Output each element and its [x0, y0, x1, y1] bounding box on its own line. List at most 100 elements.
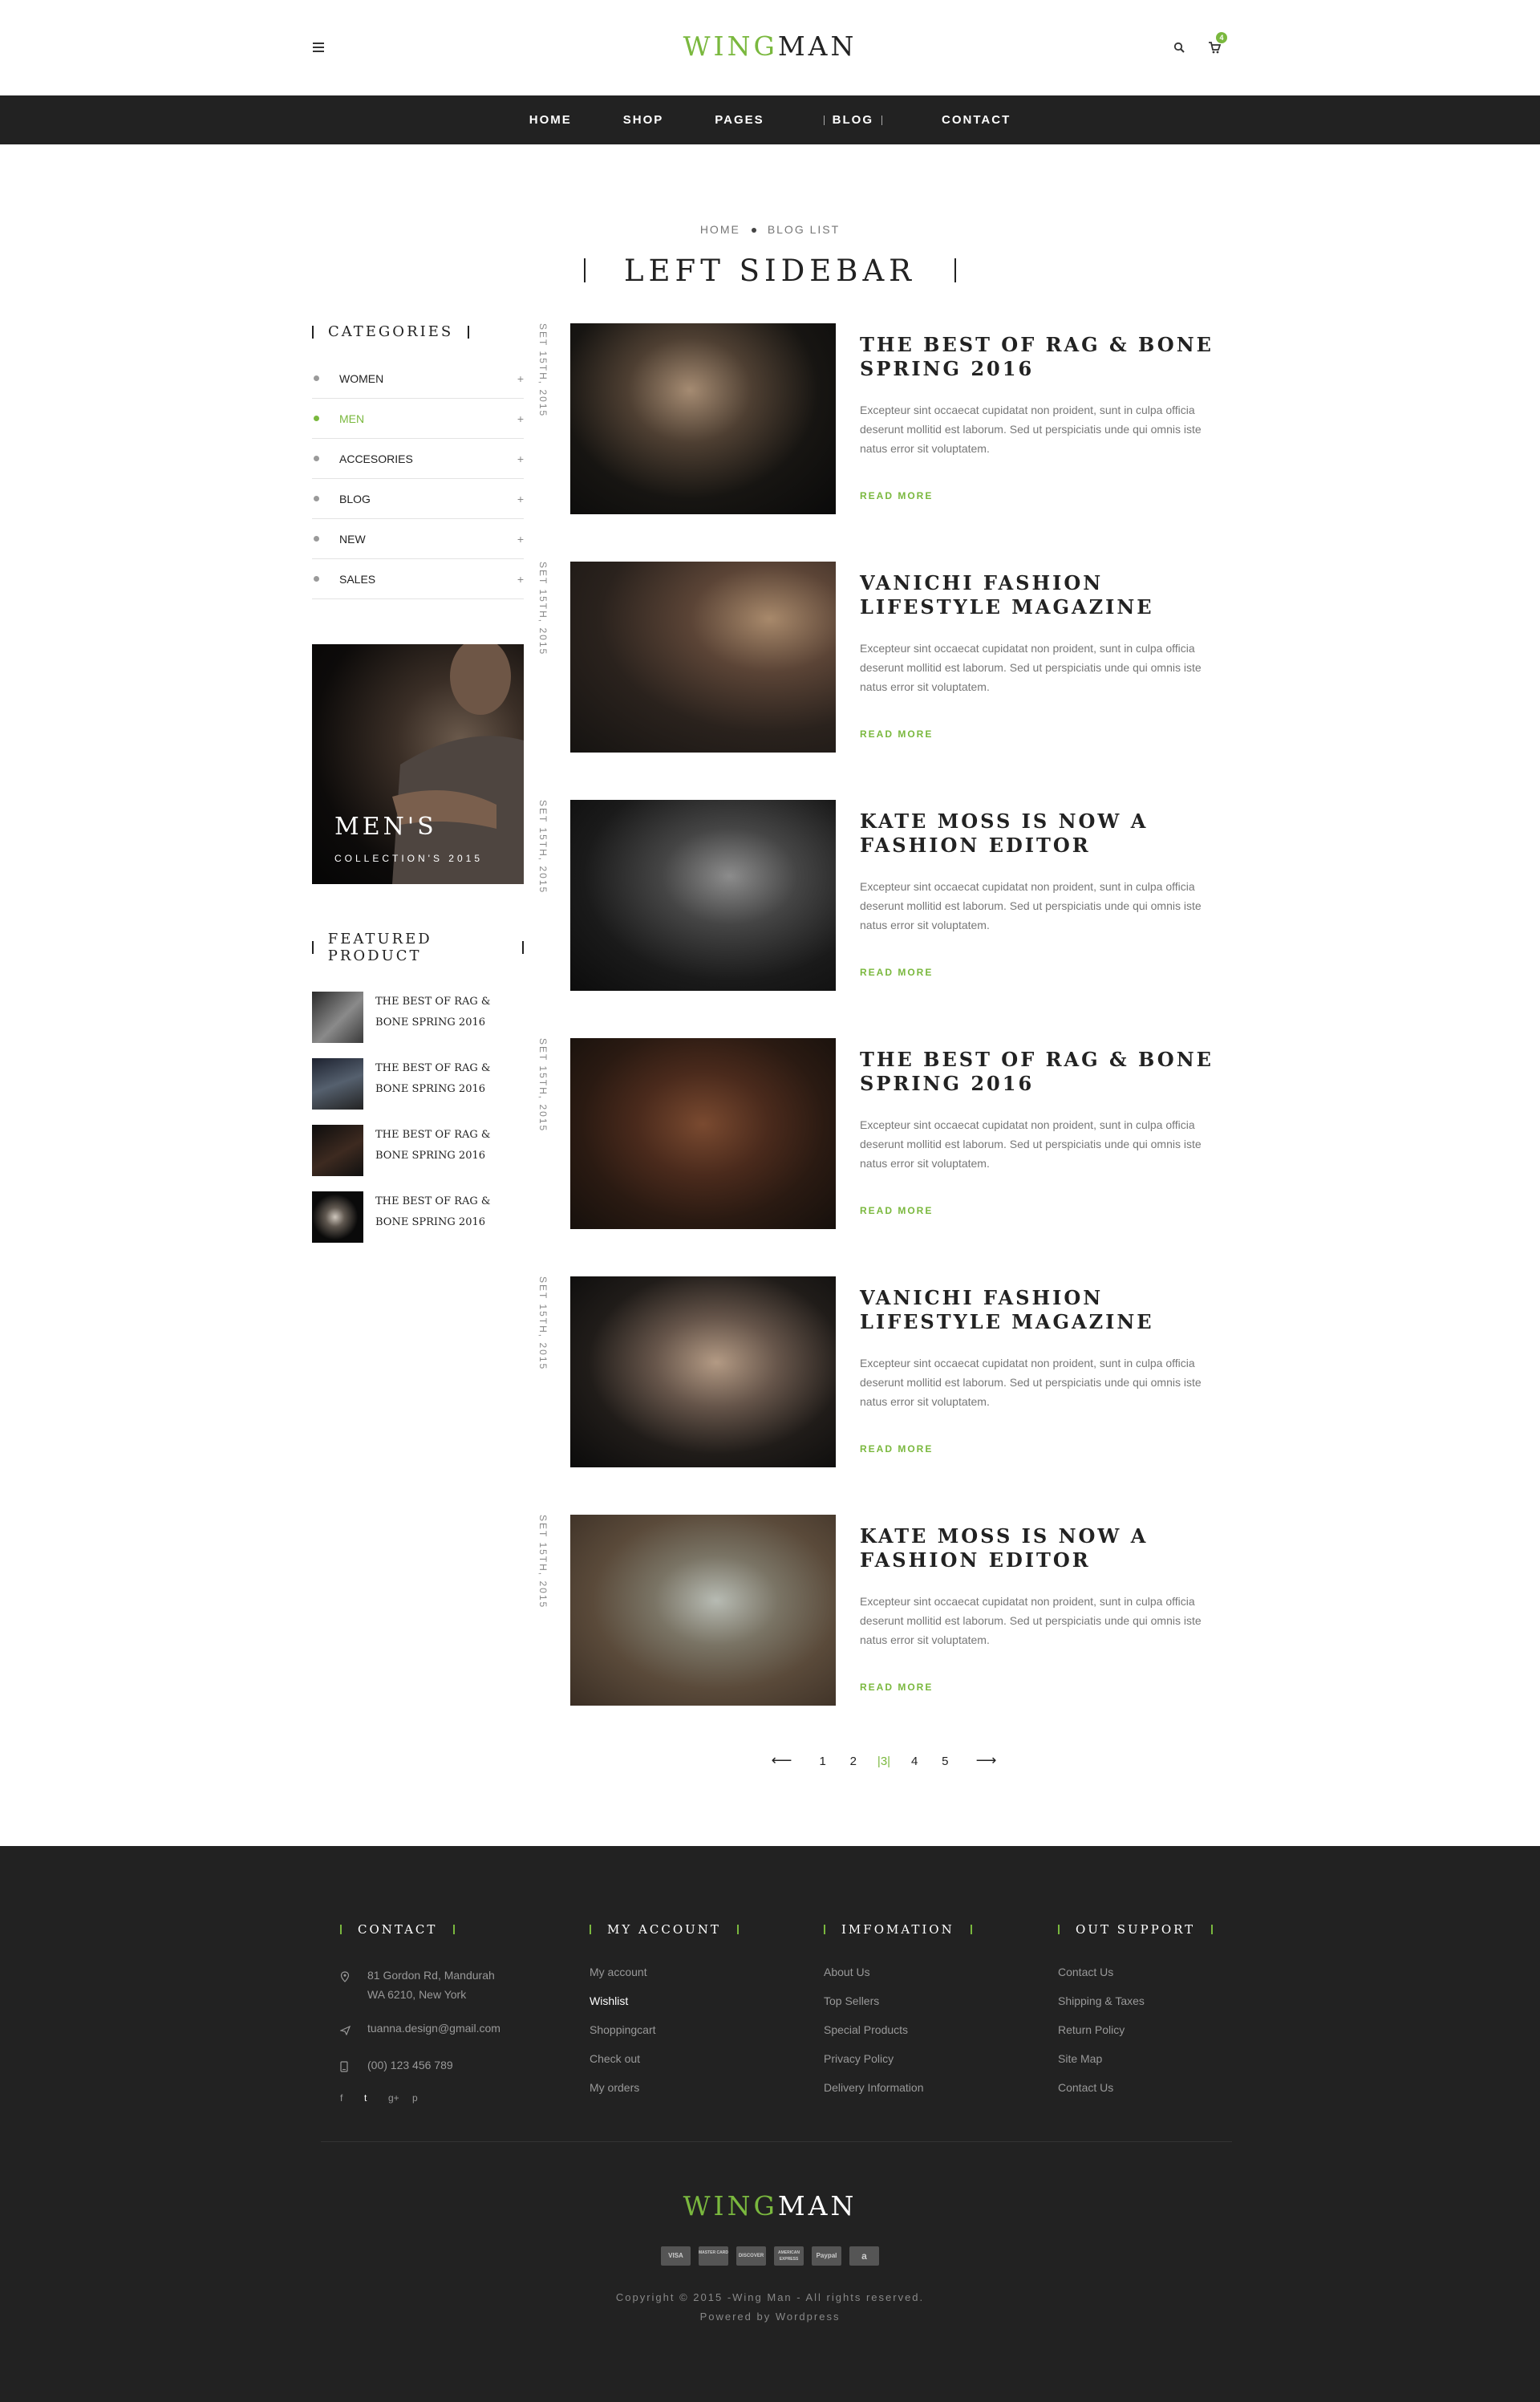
footer-link-wishlist[interactable]: Wishlist: [590, 1994, 814, 2023]
category-sales[interactable]: SALES +: [312, 559, 524, 599]
site-logo[interactable]: WINGMAN: [0, 30, 1540, 62]
category-blog[interactable]: BLOG +: [312, 479, 524, 519]
nav-home[interactable]: HOME: [504, 113, 598, 127]
footer-link-top-sellers[interactable]: Top Sellers: [824, 1994, 1048, 2023]
post-image[interactable]: [570, 1038, 836, 1229]
post-date-text: SET 15TH, 2015: [537, 1038, 549, 1133]
page-link[interactable]: 1: [809, 1755, 837, 1768]
blog-post: SET 15TH, 2015 VANICHI FASHION LIFESTYLE…: [537, 1276, 1227, 1515]
footer-link-delivery-information[interactable]: Delivery Information: [824, 2081, 1048, 2110]
read-more-link[interactable]: READ MORE: [860, 728, 933, 740]
footer-link-check-out[interactable]: Check out: [590, 2052, 814, 2081]
category-accesories[interactable]: ACCESORIES +: [312, 439, 524, 479]
page-link-current[interactable]: |3|: [870, 1755, 898, 1768]
contact-email[interactable]: tuanna.design@gmail.com: [367, 2019, 500, 2041]
post-title[interactable]: THE BEST OF RAG & BONE SPRING 2016: [860, 1048, 1237, 1096]
product-thumbnail[interactable]: [312, 1191, 363, 1243]
info-links: About Us Top Sellers Special Products Pr…: [824, 1966, 1048, 2110]
payment-methods: VISA MASTER CARD DISCOVER AMERICAN EXPRE…: [0, 2246, 1540, 2266]
footer-information: IMFOMATION About Us Top Sellers Special …: [824, 1922, 1048, 2110]
search-icon[interactable]: [1173, 42, 1185, 53]
nav-pages[interactable]: PAGES: [689, 113, 789, 127]
featured-product[interactable]: THE BEST OF RAG & BONE SPRING 2016: [312, 1058, 524, 1110]
footer-link-return-policy[interactable]: Return Policy: [1058, 2023, 1283, 2052]
category-women[interactable]: WOMEN +: [312, 359, 524, 399]
page-title: LEFT SIDEBAR: [0, 254, 1540, 288]
footer-link-contact-us[interactable]: Contact Us: [1058, 2081, 1283, 2110]
nav-shop[interactable]: SHOP: [598, 113, 690, 127]
page-link[interactable]: 2: [840, 1755, 867, 1768]
footer-link-special-products[interactable]: Special Products: [824, 2023, 1048, 2052]
featured-product[interactable]: THE BEST OF RAG & BONE SPRING 2016: [312, 992, 524, 1043]
american-express-icon: AMERICAN EXPRESS: [774, 2246, 804, 2266]
post-date-text: SET 15TH, 2015: [537, 323, 549, 418]
post-excerpt: Excepteur sint occaecat cupidatat non pr…: [860, 1595, 1202, 1646]
footer-link-shoppingcart[interactable]: Shoppingcart: [590, 2023, 814, 2052]
product-thumbnail[interactable]: [312, 1058, 363, 1110]
post-title[interactable]: VANICHI FASHION LIFESTYLE MAGAZINE: [860, 571, 1237, 619]
categories-heading: CATEGORIES: [312, 323, 524, 340]
read-more-link[interactable]: READ MORE: [860, 1443, 933, 1455]
read-more-link[interactable]: READ MORE: [860, 967, 933, 978]
blog-post: SET 15TH, 2015 KATE MOSS IS NOW A FASHIO…: [537, 800, 1227, 1038]
footer-link-site-map[interactable]: Site Map: [1058, 2052, 1283, 2081]
twitter-icon[interactable]: t: [364, 2092, 388, 2104]
post-image[interactable]: [570, 562, 836, 753]
plus-icon[interactable]: +: [517, 372, 524, 385]
footer-link-shipping-taxes[interactable]: Shipping & Taxes: [1058, 1994, 1283, 2023]
product-thumbnail[interactable]: [312, 1125, 363, 1176]
product-title[interactable]: THE BEST OF RAG & BONE SPRING 2016: [375, 1125, 524, 1176]
product-thumbnail[interactable]: [312, 992, 363, 1043]
nav-contact[interactable]: CONTACT: [916, 113, 1036, 127]
blog-post: SET 15TH, 2015 VANICHI FASHION LIFESTYLE…: [537, 562, 1227, 800]
footer-link-privacy-policy[interactable]: Privacy Policy: [824, 2052, 1048, 2081]
plus-icon[interactable]: +: [517, 412, 524, 425]
post-image[interactable]: [570, 1515, 836, 1706]
page-link[interactable]: 4: [901, 1755, 928, 1768]
product-title[interactable]: THE BEST OF RAG & BONE SPRING 2016: [375, 1191, 524, 1243]
post-image[interactable]: [570, 1276, 836, 1467]
featured-product[interactable]: THE BEST OF RAG & BONE SPRING 2016: [312, 1125, 524, 1176]
facebook-icon[interactable]: f: [340, 2092, 364, 2104]
read-more-link[interactable]: READ MORE: [860, 490, 933, 501]
mens-collection-banner[interactable]: MEN'S COLLECTION'S 2015: [312, 644, 524, 884]
post-title[interactable]: THE BEST OF RAG & BONE SPRING 2016: [860, 333, 1237, 381]
mastercard-icon: MASTER CARD: [699, 2246, 728, 2266]
footer-link-contact-us[interactable]: Contact Us: [1058, 1966, 1283, 1994]
plus-icon[interactable]: +: [517, 493, 524, 505]
logo-part-a: WING: [683, 2190, 778, 2221]
contact-phone: (00) 123 456 789: [367, 2059, 453, 2071]
blog-post: SET 15TH, 2015 THE BEST OF RAG & BONE SP…: [537, 1038, 1227, 1276]
breadcrumb-home[interactable]: HOME: [700, 223, 740, 236]
footer-link-my-account[interactable]: My account: [590, 1966, 814, 1994]
read-more-link[interactable]: READ MORE: [860, 1205, 933, 1216]
post-image[interactable]: [570, 800, 836, 991]
product-title[interactable]: THE BEST OF RAG & BONE SPRING 2016: [375, 1058, 524, 1110]
category-new[interactable]: NEW +: [312, 519, 524, 559]
post-title[interactable]: KATE MOSS IS NOW A FASHION EDITOR: [860, 809, 1237, 858]
footer-link-my-orders[interactable]: My orders: [590, 2081, 814, 2110]
banner-subtitle: COLLECTION'S 2015: [334, 853, 484, 864]
next-page-arrow-icon[interactable]: ⟶: [962, 1752, 1011, 1769]
google-plus-icon[interactable]: g+: [388, 2092, 412, 2104]
heading-bar: [970, 1925, 972, 1934]
page-link[interactable]: 5: [931, 1755, 958, 1768]
post-title[interactable]: VANICHI FASHION LIFESTYLE MAGAZINE: [860, 1286, 1237, 1334]
product-title[interactable]: THE BEST OF RAG & BONE SPRING 2016: [375, 992, 524, 1043]
post-title[interactable]: KATE MOSS IS NOW A FASHION EDITOR: [860, 1524, 1237, 1572]
plus-icon[interactable]: +: [517, 452, 524, 465]
map-pin-icon: [340, 1966, 367, 2004]
plus-icon[interactable]: +: [517, 533, 524, 546]
prev-page-arrow-icon[interactable]: ⟵: [757, 1752, 805, 1769]
pinterest-icon[interactable]: p: [412, 2092, 436, 2104]
footer-logo[interactable]: WINGMAN: [0, 2190, 1540, 2221]
nav-blog[interactable]: BLOG: [790, 113, 916, 127]
footer-link-about-us[interactable]: About Us: [824, 1966, 1048, 1994]
plus-icon[interactable]: +: [517, 573, 524, 586]
blog-post: SET 15TH, 2015 KATE MOSS IS NOW A FASHIO…: [537, 1515, 1227, 1753]
category-men[interactable]: MEN +: [312, 399, 524, 439]
featured-product[interactable]: THE BEST OF RAG & BONE SPRING 2016: [312, 1191, 524, 1243]
category-list: WOMEN + MEN + ACCESORIES + BLOG + NEW + SALES…: [312, 359, 524, 599]
read-more-link[interactable]: READ MORE: [860, 1682, 933, 1693]
post-image[interactable]: [570, 323, 836, 514]
